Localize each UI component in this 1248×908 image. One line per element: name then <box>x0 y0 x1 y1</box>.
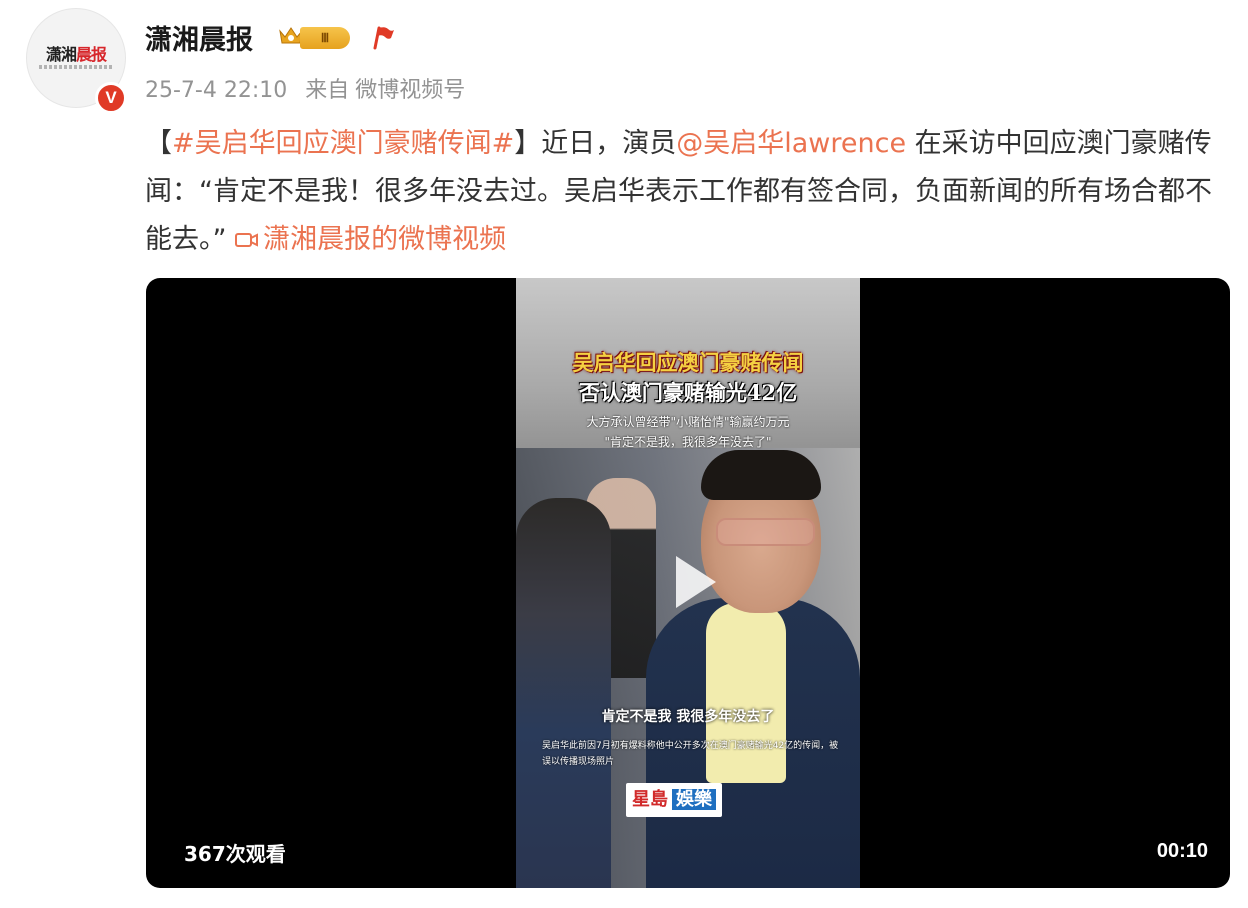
video-overlay-title: 吴启华回应澳门豪赌传闻 否认澳门豪赌输光42亿 <box>516 348 860 408</box>
hashtag-link[interactable]: #吴启华回应澳门豪赌传闻# <box>172 128 514 159</box>
bracket-close: 】 <box>514 128 542 159</box>
video-frame-man-hair <box>701 450 821 500</box>
source-prefix: 来自 <box>305 78 350 103</box>
account-name[interactable]: 潇湘晨报 <box>145 18 253 57</box>
video-duration: 00:10 <box>1156 840 1208 862</box>
video-overlay-subtitle-line2: "肯定不是我，我很多年没去了" <box>604 435 772 449</box>
video-frame-reporter <box>516 498 611 888</box>
video-watermark-logo-side: 娛樂 <box>672 789 716 810</box>
verified-badge-icon: V <box>95 82 127 114</box>
video-overlay-title-line1: 吴启华回应澳门豪赌传闻 <box>572 350 804 375</box>
video-watermark-logo: 星島 娛樂 <box>626 783 722 817</box>
mention-link[interactable]: @吴启华lawrence <box>676 128 906 159</box>
bracket-open: 【 <box>145 128 172 159</box>
view-count: 367次观看 <box>184 842 286 866</box>
video-watermark-logo-main: 星島 <box>632 789 668 810</box>
video-source-link[interactable]: 潇湘晨报的微博视频 <box>235 224 506 255</box>
video-player[interactable]: 吴启华回应澳门豪赌传闻 否认澳门豪赌输光42亿 大方承认曾经带"小赌怡情"输赢约… <box>146 278 1230 888</box>
video-overlay-subtitle-line1: 大方承认曾经带"小赌怡情"输赢约万元 <box>586 415 790 429</box>
video-overlay-subtitle: 大方承认曾经带"小赌怡情"输赢约万元 "肯定不是我，我很多年没去了" <box>516 412 860 452</box>
video-camera-icon <box>235 233 259 247</box>
video-note: 吴启华此前因7月初有爆料称他中公开多次在澳门豪赌输光42亿的传闻，被误以传播现场… <box>542 741 839 767</box>
video-overlay-title-line2: 否认澳门豪赌输光42亿 <box>578 380 798 405</box>
avatar-logo: 潇湘晨报 <box>33 41 119 65</box>
avatar-logo-text: 潇湘 <box>45 45 77 64</box>
post-text: 【#吴启华回应澳门豪赌传闻#】近日，演员@吴启华lawrence 在采访中回应澳… <box>145 120 1230 264</box>
video-caption: 肯定不是我 我很多年没去了 <box>601 709 775 725</box>
post-timestamp[interactable]: 25-7-4 22:10 <box>145 78 287 103</box>
avatar-logo-text-red: 晨报 <box>76 45 107 64</box>
video-source-link-label: 潇湘晨报的微博视频 <box>263 224 507 255</box>
avatar-logo-subline <box>39 65 113 69</box>
post-meta: 25-7-4 22:10 来自 微博视频号 <box>145 72 483 104</box>
play-icon[interactable] <box>652 542 732 622</box>
red-flag-icon[interactable] <box>370 24 396 50</box>
source-name[interactable]: 微博视频号 <box>355 78 465 103</box>
member-level-badge[interactable]: Ⅲ <box>300 27 350 49</box>
post-text-part1: 近日，演员 <box>541 128 677 159</box>
